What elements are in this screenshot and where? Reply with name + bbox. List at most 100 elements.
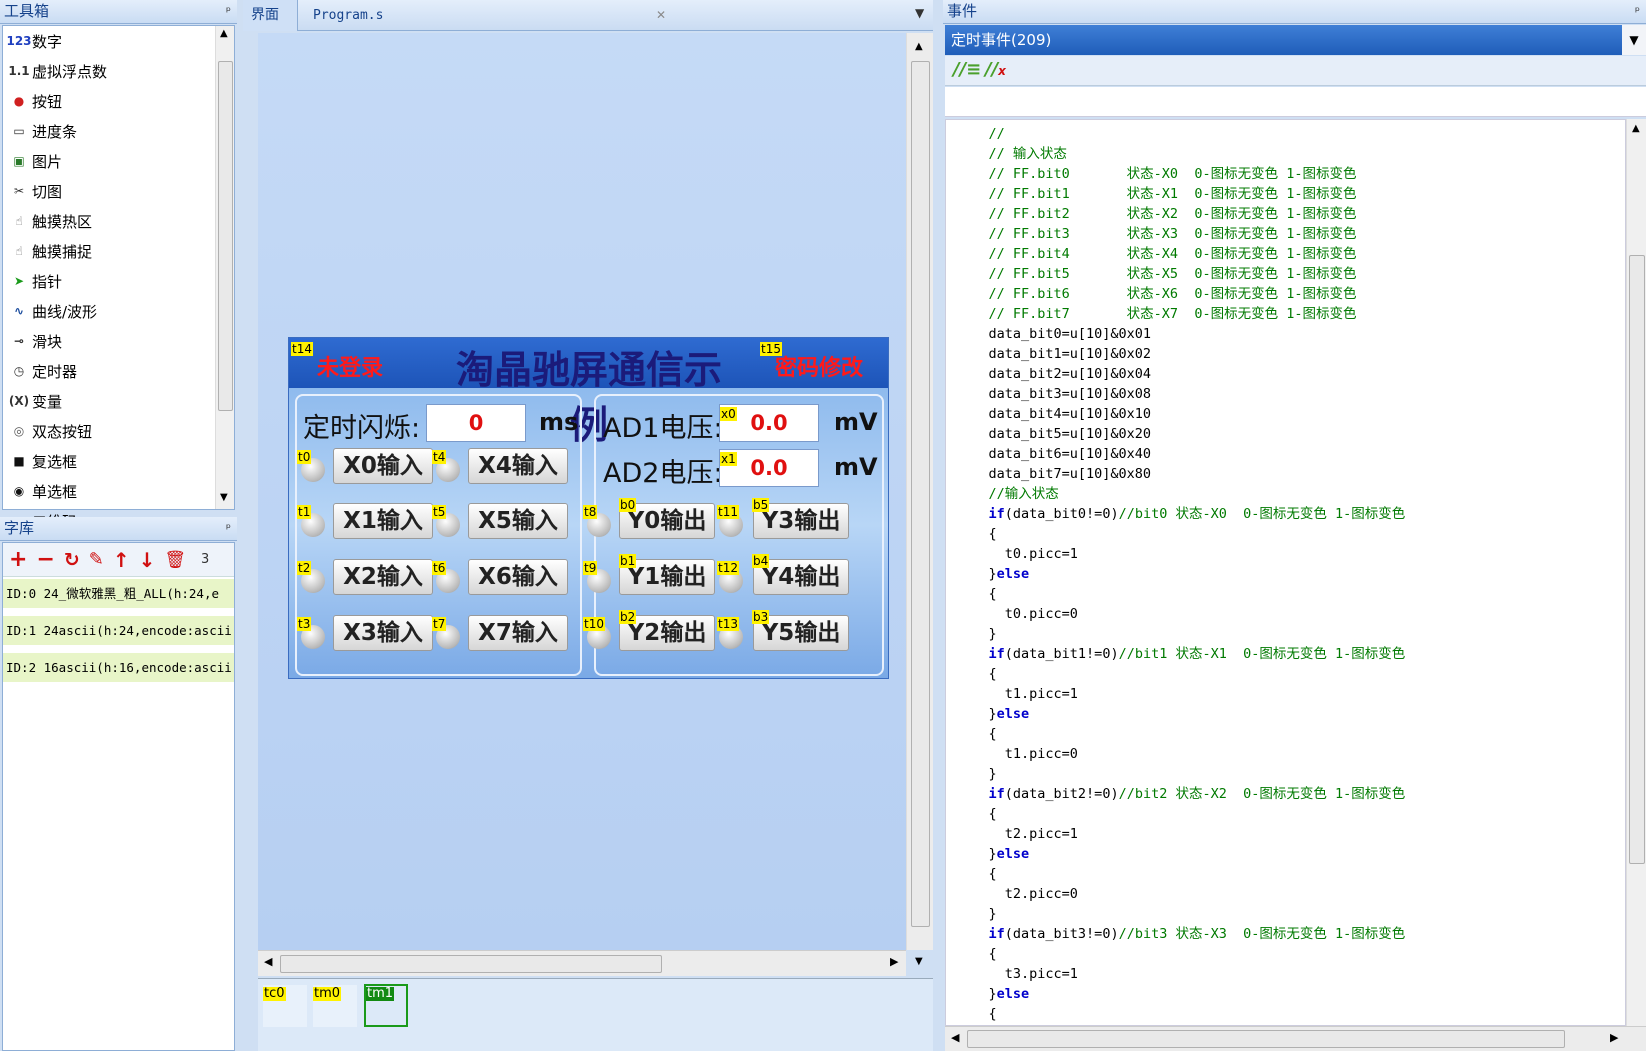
scroll-thumb[interactable]	[967, 1030, 1565, 1048]
tab-screen[interactable]: 界面	[243, 0, 298, 31]
timer-tm0[interactable]: tm0	[313, 985, 357, 1027]
code-hscrollbar[interactable]: ◀ ▶	[945, 1026, 1646, 1051]
code-editor[interactable]: // // 输入状态 // FF.bit0 状态-X0 0-图标无变色 1-图标…	[945, 119, 1626, 1026]
password-change[interactable]: 密码修改	[775, 350, 863, 382]
move-up-icon[interactable]: ↑	[113, 548, 130, 572]
pin-icon[interactable]: ᵖ	[1635, 0, 1640, 22]
code-vscrollbar[interactable]: ▲	[1626, 119, 1646, 1026]
timer-tm1[interactable]: tm1	[364, 984, 408, 1027]
progressbar-icon: ▭	[13, 124, 25, 138]
code-line: // 输入状态	[956, 146, 1067, 162]
scroll-up-icon[interactable]: ▲	[1632, 123, 1640, 134]
timer-tm1-label: tm1	[366, 986, 395, 1001]
tab-dropdown-icon[interactable]: ▼	[915, 6, 924, 20]
input-x6-button[interactable]: X6输入	[468, 559, 568, 595]
chevron-down-icon[interactable]: ▼	[1622, 25, 1646, 55]
toolbox-item-3[interactable]: ▭ 进度条	[3, 116, 213, 146]
scroll-thumb[interactable]	[218, 61, 233, 411]
fontlib-header: 字库 ᵖ	[0, 517, 237, 541]
code-line: // FF.bit4 状态-X4 0-图标无变色 1-图标变色	[956, 246, 1357, 262]
scroll-up-icon[interactable]: ▲	[915, 41, 923, 52]
toolbox-item-label: 指针	[32, 272, 63, 291]
tab-close-icon[interactable]: ✕	[648, 0, 674, 31]
input-x5-button[interactable]: X5输入	[468, 503, 568, 539]
font-item[interactable]: ID:1 24ascii(h:24,encode:ascii,	[3, 616, 234, 646]
toolbox-item-0[interactable]: 123 数字	[3, 26, 213, 56]
delete-icon[interactable]: 🗑	[164, 550, 186, 570]
toolbox-item-10[interactable]: ⊸ 滑块	[3, 326, 213, 356]
toolbox-item-2[interactable]: ● 按钮	[3, 86, 213, 116]
code-line: t2.picc=1	[956, 826, 1078, 842]
tag-t6: t6	[432, 561, 447, 575]
code-line: // FF.bit3 状态-X3 0-图标无变色 1-图标变色	[956, 226, 1357, 242]
toolbox-item-15[interactable]: ◉ 单选框	[3, 476, 213, 506]
comment-icon[interactable]: //≡	[953, 59, 981, 80]
uncomment-icon[interactable]: //x	[985, 59, 1006, 80]
input-x2-button[interactable]: X2输入	[333, 559, 433, 595]
toolbox-item-4[interactable]: ▣ 图片	[3, 146, 213, 176]
ad1-label: AD1电压:	[603, 413, 723, 444]
toolbox-item-14[interactable]: ■ 复选框	[3, 446, 213, 476]
toolbox-item-13[interactable]: ◎ 双态按钮	[3, 416, 213, 446]
code-line: //输入状态	[956, 486, 1059, 502]
move-down-icon[interactable]: ↓	[139, 548, 156, 572]
scroll-left-icon[interactable]: ◀	[264, 955, 272, 968]
toolbox-scrollbar[interactable]: ▲ ▼	[215, 26, 234, 509]
code-line: if(data_bit0!=0)//bit0 状态-X0 0-图标无变色 1-图…	[988, 506, 1406, 522]
input-x7-button[interactable]: X7输入	[468, 615, 568, 651]
toolbox-item-12[interactable]: (X) 变量	[3, 386, 213, 416]
blink-value[interactable]: 0	[426, 404, 526, 442]
waveform-icon: ∿	[13, 304, 25, 318]
toolbox-item-11[interactable]: ◷ 定时器	[3, 356, 213, 386]
event-selector[interactable]: 定时事件(209) ▼	[945, 25, 1646, 55]
input-x3-button[interactable]: X3输入	[333, 615, 433, 651]
toolbox-item-8[interactable]: ➤ 指针	[3, 266, 213, 296]
scroll-thumb[interactable]	[911, 61, 930, 927]
refresh-icon[interactable]: ↻	[64, 549, 80, 571]
input-x4-button[interactable]: X4输入	[468, 448, 568, 484]
events-spacer	[945, 87, 1646, 117]
scroll-left-icon[interactable]: ◀	[951, 1031, 959, 1044]
font-item[interactable]: ID:2 16ascii(h:16,encode:ascii,	[3, 653, 234, 683]
timer-tc0[interactable]: tc0	[263, 985, 307, 1027]
code-line: {	[956, 946, 997, 962]
code-line: {	[956, 666, 997, 682]
code-line: if(data_bit1!=0)//bit1 状态-X1 0-图标无变色 1-图…	[988, 646, 1406, 662]
canvas-vscrollbar[interactable]: ▲ ▼	[906, 33, 933, 967]
toolbox-item-5[interactable]: ✂ 切图	[3, 176, 213, 206]
toolbox-item-6[interactable]: ☝ 触摸热区	[3, 206, 213, 236]
scroll-thumb[interactable]	[280, 955, 662, 973]
code-line: data_bit2=u[10]&0x04	[956, 366, 1152, 382]
tab-program[interactable]: Program.s	[305, 0, 391, 31]
code-line: // FF.bit5 状态-X5 0-图标无变色 1-图标变色	[956, 266, 1357, 282]
toolbox-item-7[interactable]: ☝ 触摸捕捉	[3, 236, 213, 266]
canvas-hscrollbar[interactable]: ◀ ▶	[258, 950, 906, 976]
input-x0-button[interactable]: X0输入	[333, 448, 433, 484]
scroll-right-icon[interactable]: ▶	[890, 955, 898, 968]
remove-icon[interactable]: −	[36, 547, 54, 572]
tag-t1: t1	[297, 505, 312, 519]
scroll-up-icon[interactable]: ▲	[220, 28, 228, 39]
add-icon[interactable]: +	[9, 547, 27, 572]
toolbox-item-label: 变量	[32, 392, 63, 411]
tag-t9: t9	[583, 561, 598, 575]
login-status[interactable]: 未登录	[317, 350, 383, 382]
scroll-right-icon[interactable]: ▶	[1610, 1031, 1618, 1044]
tag-t0: t0	[297, 450, 312, 464]
input-x1-button[interactable]: X1输入	[333, 503, 433, 539]
toolbox-item-label: 触摸捕捉	[32, 242, 93, 261]
code-line: data_bit0=u[10]&0x01	[956, 326, 1152, 342]
code-line: {	[956, 866, 997, 882]
toolbox-item-1[interactable]: 1.1 虚拟浮点数	[3, 56, 213, 86]
code-line: {	[956, 526, 997, 542]
fontlib-toolbar: + − ↻ ✎ ↑ ↓ 🗑 3	[3, 543, 234, 577]
edit-icon[interactable]: ✎	[89, 549, 104, 570]
pin-icon[interactable]: ᵖ	[226, 517, 231, 539]
tag-t10: t10	[583, 617, 605, 631]
scroll-down-icon[interactable]: ▼	[915, 956, 923, 967]
font-item[interactable]: ID:0 24_微软雅黑_粗_ALL(h:24,e	[3, 579, 234, 609]
pin-icon[interactable]: ᵖ	[226, 0, 231, 22]
scroll-thumb[interactable]	[1629, 255, 1645, 864]
toolbox-item-9[interactable]: ∿ 曲线/波形	[3, 296, 213, 326]
scroll-down-icon[interactable]: ▼	[220, 492, 228, 503]
